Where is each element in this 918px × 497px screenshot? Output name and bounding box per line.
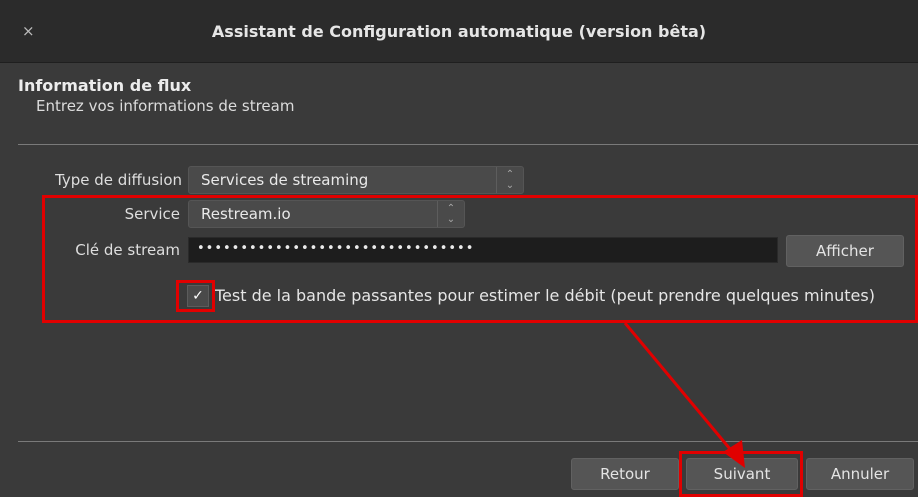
annotation-arrow bbox=[623, 322, 745, 468]
